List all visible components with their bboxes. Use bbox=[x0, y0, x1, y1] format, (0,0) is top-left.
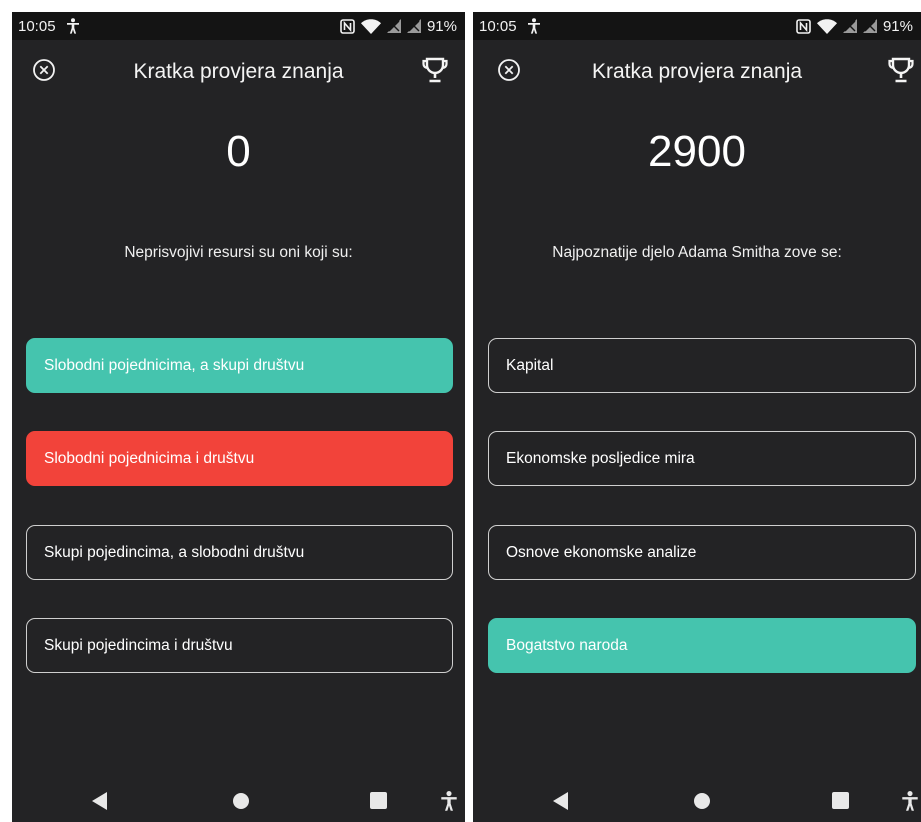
status-icons: 91% bbox=[796, 18, 913, 35]
status-time: 10:05 bbox=[479, 17, 517, 35]
status-bar: 10:05 91% bbox=[473, 12, 921, 40]
page-title: Kratka provjera znanja bbox=[133, 60, 344, 83]
wifi-icon bbox=[360, 18, 381, 34]
status-icons: 91% bbox=[340, 18, 457, 35]
signal-icon bbox=[842, 19, 857, 33]
quiz-screen-right: 10:05 91% Kratka provjera znanja 2900 Na… bbox=[473, 12, 921, 822]
signal-icon bbox=[386, 19, 401, 33]
answer-option-1[interactable]: Kapital bbox=[488, 338, 916, 393]
wifi-icon bbox=[816, 18, 837, 34]
answer-option-3[interactable]: Skupi pojedincima, a slobodni društvu bbox=[26, 525, 453, 580]
app-bar: Kratka provjera znanja bbox=[12, 56, 465, 96]
nav-recents-icon[interactable] bbox=[832, 792, 849, 814]
page-title: Kratka provjera znanja bbox=[591, 60, 803, 83]
accessibility-icon[interactable] bbox=[440, 790, 458, 817]
signal-icon bbox=[406, 19, 421, 33]
nav-home-icon[interactable] bbox=[693, 792, 711, 815]
answer-option-2[interactable]: Ekonomske posljedice mira bbox=[488, 431, 916, 486]
accessibility-status-icon bbox=[66, 18, 80, 34]
answer-option-4[interactable]: Bogatstvo naroda bbox=[488, 618, 916, 673]
nav-back-icon[interactable] bbox=[553, 792, 569, 815]
quiz-screen-left: 10:05 91% Kratka provjera znanja 0 Nepri… bbox=[12, 12, 465, 822]
trophy-icon bbox=[421, 56, 449, 89]
answer-option-1[interactable]: Slobodni pojednicima, a skupi društvu bbox=[26, 338, 453, 393]
answer-option-3[interactable]: Osnove ekonomske analize bbox=[488, 525, 916, 580]
nav-recents-icon[interactable] bbox=[370, 792, 387, 814]
accessibility-status-icon bbox=[527, 18, 541, 34]
app-bar: Kratka provjera znanja bbox=[473, 56, 921, 96]
answer-option-4[interactable]: Skupi pojedincima i društvu bbox=[26, 618, 453, 673]
nav-back-icon[interactable] bbox=[92, 792, 108, 815]
signal-icon bbox=[862, 19, 877, 33]
status-time: 10:05 bbox=[18, 17, 56, 35]
status-bar: 10:05 91% bbox=[12, 12, 465, 40]
navigation-bar bbox=[473, 780, 921, 822]
answer-option-2[interactable]: Slobodni pojednicima i društvu bbox=[26, 431, 453, 486]
battery-level: 91% bbox=[426, 17, 457, 35]
accessibility-icon[interactable] bbox=[901, 790, 919, 817]
question-text: Neprisvojivi resursi su oni koji su: bbox=[124, 244, 353, 261]
trophy-icon bbox=[887, 56, 915, 89]
nfc-icon bbox=[340, 18, 355, 34]
nav-home-icon[interactable] bbox=[232, 792, 250, 815]
leaderboard-button[interactable] bbox=[419, 56, 451, 88]
score-value: 0 bbox=[226, 127, 251, 176]
nfc-icon bbox=[796, 18, 811, 34]
battery-level: 91% bbox=[882, 17, 913, 35]
leaderboard-button[interactable] bbox=[885, 56, 917, 88]
score-value: 2900 bbox=[648, 127, 746, 176]
question-text: Najpoznatije djelo Adama Smitha zove se: bbox=[552, 244, 842, 261]
navigation-bar bbox=[12, 780, 465, 822]
